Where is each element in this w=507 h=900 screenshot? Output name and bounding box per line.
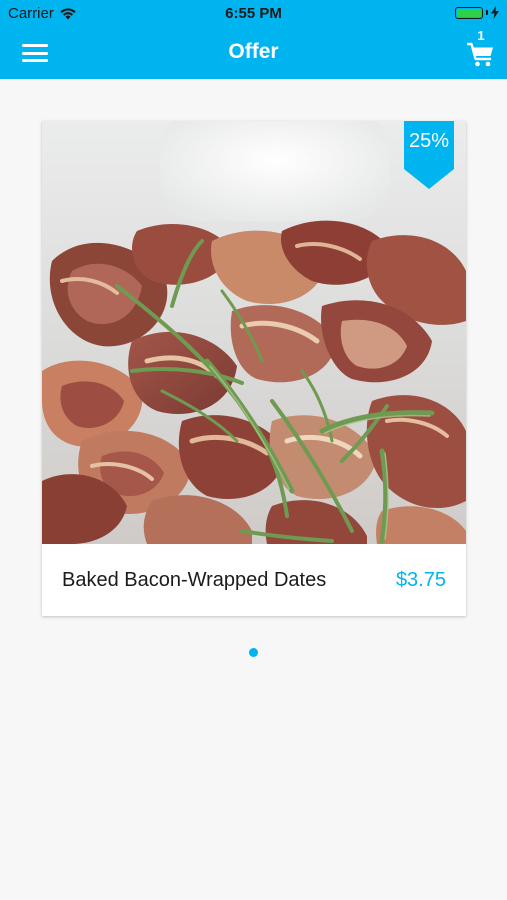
shopping-cart-icon <box>467 42 493 67</box>
cart-button[interactable]: 1 <box>465 28 497 74</box>
offer-card-footer: Baked Bacon-Wrapped Dates $3.75 <box>42 544 466 616</box>
battery-tip <box>486 10 488 15</box>
page-dot-active[interactable] <box>249 648 258 657</box>
product-name: Baked Bacon-Wrapped Dates <box>62 568 327 591</box>
discount-badge: 25% <box>404 121 454 189</box>
status-bar: Carrier 6:55 PM <box>0 0 507 28</box>
page-title: Offer <box>228 40 279 63</box>
bacon-with-rosemary-photo: 25% <box>42 121 466 544</box>
navigation-bar: Offer 1 <box>0 28 507 79</box>
product-price: $3.75 <box>395 568 446 591</box>
discount-label: 25% <box>408 130 450 152</box>
battery-icon <box>455 6 483 19</box>
charging-bolt-icon <box>491 6 499 19</box>
battery-indicator <box>455 6 499 19</box>
status-time: 6:55 PM <box>225 5 282 22</box>
page-indicator <box>0 648 507 657</box>
offer-card[interactable]: 25% Baked Bacon-Wrapped Dates $3.75 <box>42 121 466 616</box>
battery-level-fill <box>457 8 481 17</box>
offer-screen: Carrier 6:55 PM Offer 1 25% Baked Bacon-… <box>0 0 507 900</box>
cart-count-badge: 1 <box>477 28 485 43</box>
